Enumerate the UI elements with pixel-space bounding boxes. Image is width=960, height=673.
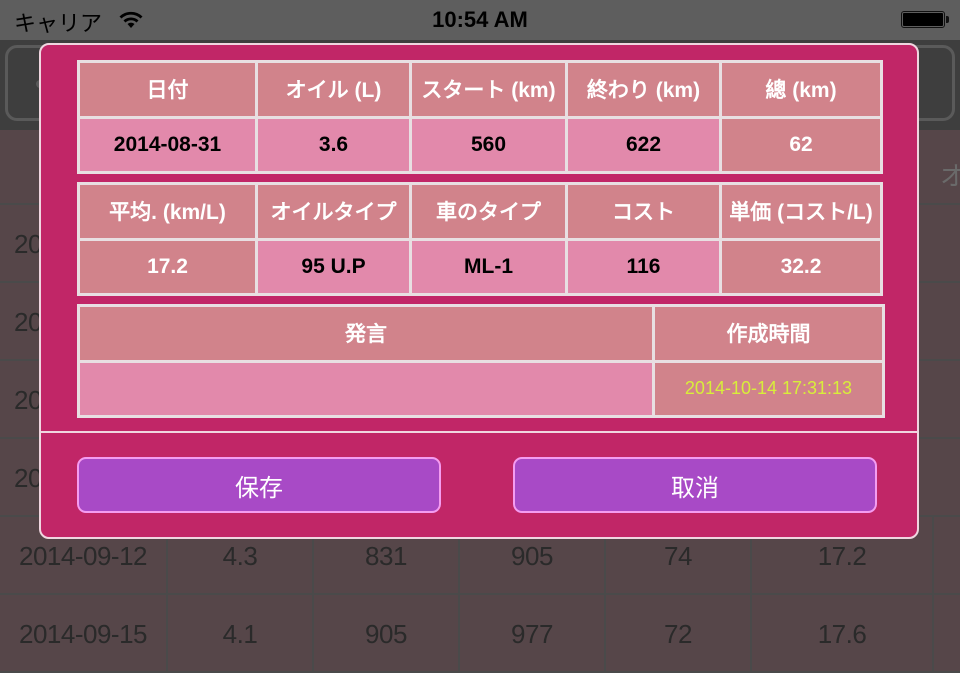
background-row: 2014-09-15 4.1 905 977 72 17.6: [0, 595, 960, 673]
header-total: 總 (km): [722, 63, 880, 116]
end-km-field[interactable]: 622: [568, 118, 719, 171]
oil-type-field[interactable]: 95 U.P: [258, 240, 409, 293]
header-oil-type: オイルタイプ: [258, 185, 409, 238]
cost-field[interactable]: 116: [568, 240, 719, 293]
battery-tip: [946, 16, 949, 23]
created-time-value: 2014-10-14 17:31:13: [655, 362, 882, 415]
oil-field[interactable]: 3.6: [258, 118, 409, 171]
header-cost: コスト: [568, 185, 719, 238]
comment-field[interactable]: [80, 362, 652, 415]
save-button[interactable]: 保存: [77, 457, 441, 513]
car-type-field[interactable]: ML-1: [412, 240, 565, 293]
header-created-time: 作成時間: [655, 307, 882, 360]
header-unit-price: 単価 (コスト/L): [722, 185, 880, 238]
total-km-value: 62: [722, 118, 880, 171]
clock: 10:54 AM: [432, 7, 528, 32]
header-start: スタート (km): [412, 63, 565, 116]
status-bar: キャリア 10:54 AM: [0, 0, 960, 40]
header-end: 終わり (km): [568, 63, 719, 116]
dialog-divider: [41, 431, 917, 433]
record-table-3: 発言 作成時間 2014-10-14 17:31:13: [77, 304, 885, 418]
header-comment: 発言: [80, 307, 652, 360]
average-value: 17.2: [80, 240, 255, 293]
record-table-1: 日付 オイル (L) スタート (km) 終わり (km) 總 (km) 201…: [77, 60, 883, 174]
cancel-button[interactable]: 取消: [513, 457, 877, 513]
header-date: 日付: [80, 63, 255, 116]
date-field[interactable]: 2014-08-31: [80, 118, 255, 171]
record-detail-dialog: 日付 オイル (L) スタート (km) 終わり (km) 總 (km) 201…: [39, 43, 919, 539]
start-km-field[interactable]: 560: [412, 118, 565, 171]
header-car-type: 車のタイプ: [412, 185, 565, 238]
header-average: 平均. (km/L): [80, 185, 255, 238]
record-table-2: 平均. (km/L) オイルタイプ 車のタイプ コスト 単価 (コスト/L) 1…: [77, 182, 883, 296]
header-oil: オイル (L): [258, 63, 409, 116]
battery-icon: [901, 11, 945, 28]
unit-price-value: 32.2: [722, 240, 880, 293]
